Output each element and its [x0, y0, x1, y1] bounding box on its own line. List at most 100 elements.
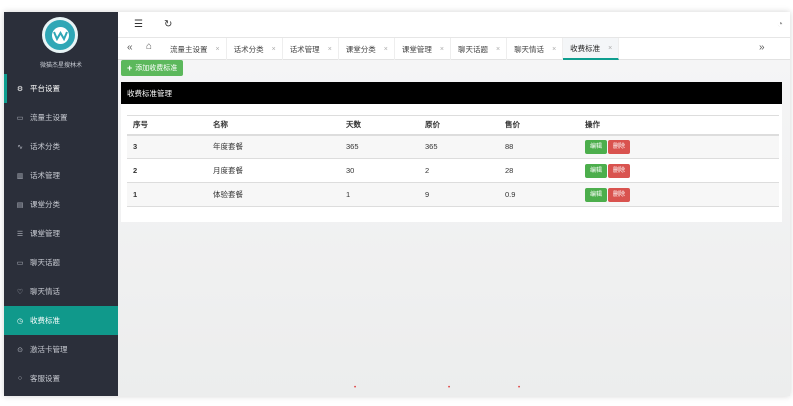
- sidebar-item[interactable]: ⚙ 平台设置: [4, 74, 118, 103]
- sidebar-item-label: 话术管理: [30, 171, 60, 180]
- fee-panel: 收费标准管理 序号 名称 天数 原价 售价 操作 3 年度套餐 365 365 88 编辑…: [121, 82, 782, 222]
- tab[interactable]: 聊天话题 ×: [451, 38, 508, 60]
- theme-icon[interactable]: ◔: [777, 19, 783, 30]
- card-icon: ⊙: [17, 346, 23, 354]
- table-row: 1 体验套餐 1 9 0.9 编辑 删除: [127, 182, 779, 207]
- tab-label: 聊天情话: [514, 44, 545, 54]
- edit-button[interactable]: 编辑: [585, 187, 608, 202]
- sidebar-item-label: 客服设置: [30, 374, 60, 383]
- sidebar-item-label: 平台设置: [30, 84, 60, 93]
- brand-name: 微猫杰星搜林术: [39, 63, 82, 69]
- close-icon[interactable]: ×: [496, 46, 500, 53]
- heart-icon: ♡: [16, 288, 24, 296]
- tab[interactable]: 课堂管理 ×: [395, 38, 451, 60]
- tab[interactable]: 收费标准 ×: [563, 38, 620, 60]
- tab-label: 话术分类: [233, 44, 264, 54]
- sidebar-item[interactable]: ∿ 话术分类: [4, 132, 118, 161]
- logo-area: 微猫杰星搜林术: [4, 12, 118, 74]
- tab[interactable]: 课堂分类 ×: [339, 38, 395, 60]
- sidebar-item[interactable]: ◷ 收费标准: [4, 306, 118, 335]
- sidebar-item-label: 课堂分类: [30, 200, 60, 209]
- decoration-dot: •: [354, 385, 357, 391]
- app-window: 微猫杰星搜林术 ⚙ 平台设置 ▭ 流量主设置 ∿ 话术分类 ▥ 话术管理 ▤ 课堂分类 ☰ 课堂管理 ▭…: [4, 12, 790, 396]
- tab[interactable]: 聊天情话 ×: [507, 38, 564, 60]
- column-header: 售价: [499, 115, 579, 136]
- plus-icon: +: [127, 63, 133, 73]
- tab[interactable]: 流量主设置 ×: [163, 38, 227, 60]
- sidebar-item[interactable]: ⊙ 激活卡管理: [4, 335, 118, 364]
- sidebar-nav: ⚙ 平台设置 ▭ 流量主设置 ∿ 话术分类 ▥ 话术管理 ▤ 课堂分类 ☰ 课堂管理 ▭ 聊天话题 ♡ 聊天情…: [4, 74, 118, 393]
- tab[interactable]: 话术分类 ×: [227, 38, 283, 60]
- table-cell-name: 年度套餐: [207, 134, 340, 159]
- table-cell-id: 3: [127, 134, 207, 159]
- close-icon[interactable]: ×: [384, 46, 388, 53]
- sidebar-item[interactable]: ♡ 聊天情话: [4, 277, 118, 306]
- add-fee-standard-button[interactable]: + 添加收费标准: [121, 60, 184, 76]
- decoration-dot: •: [518, 385, 521, 391]
- home-icon[interactable]: ⌂: [146, 41, 152, 52]
- delete-button[interactable]: 删除: [608, 187, 631, 202]
- add-button-label: 添加收费标准: [135, 65, 178, 72]
- fee-table: 序号 名称 天数 原价 售价 操作 3 年度套餐 365 365 88 编辑 删除 2 月度套餐…: [127, 115, 779, 207]
- close-icon[interactable]: ×: [216, 46, 220, 53]
- table-row: 3 年度套餐 365 365 88 编辑 删除: [127, 134, 779, 159]
- tab-label: 课堂分类: [345, 44, 376, 54]
- chart-icon: ▥: [16, 172, 24, 180]
- sidebar-item-label: 话术分类: [30, 142, 60, 151]
- tab[interactable]: 话术管理 ×: [283, 38, 339, 60]
- close-icon[interactable]: ×: [328, 46, 332, 53]
- edit-button[interactable]: 编辑: [585, 163, 608, 178]
- menu-toggle-icon[interactable]: ☰: [134, 19, 143, 30]
- sidebar: 微猫杰星搜林术 ⚙ 平台设置 ▭ 流量主设置 ∿ 话术分类 ▥ 话术管理 ▤ 课堂分类 ☰ 课堂管理 ▭…: [4, 12, 118, 396]
- table-cell-name: 月度套餐: [207, 158, 340, 183]
- list-icon: ☰: [16, 230, 24, 238]
- sidebar-item[interactable]: ▥ 话术管理: [4, 161, 118, 190]
- edit-button[interactable]: 编辑: [585, 139, 608, 154]
- top-bar: ☰ ↻ ◔: [118, 12, 790, 38]
- column-header: 原价: [419, 115, 499, 136]
- table-cell-id: 1: [127, 182, 207, 207]
- delete-button[interactable]: 删除: [608, 163, 631, 178]
- table-cell-original: 9: [419, 182, 499, 207]
- column-header: 名称: [207, 115, 340, 136]
- sidebar-item-label: 激活卡管理: [30, 345, 68, 354]
- logo-icon: [42, 17, 78, 53]
- tab-label: 课堂管理: [401, 44, 432, 54]
- sidebar-item[interactable]: ▭ 聊天话题: [4, 248, 118, 277]
- delete-button[interactable]: 删除: [608, 139, 631, 154]
- column-header: 序号: [127, 115, 207, 136]
- video-icon: ▭: [16, 114, 24, 122]
- sidebar-item[interactable]: ▤ 课堂分类: [4, 190, 118, 219]
- close-icon[interactable]: ×: [440, 46, 444, 53]
- content-area: + 添加收费标准 收费标准管理 序号 名称 天数 原价 售价 操作 3 年度套餐…: [118, 60, 790, 396]
- close-icon[interactable]: ×: [608, 45, 612, 52]
- tab-label: 收费标准: [570, 43, 601, 53]
- table-cell-price: 0.9: [499, 182, 579, 207]
- sidebar-item[interactable]: ○ 客服设置: [4, 364, 118, 393]
- sidebar-item-label: 课堂管理: [30, 229, 60, 238]
- tabs-list: 流量主设置 × 话术分类 × 话术管理 × 课堂分类 × 课堂管理 × 聊天话题 × 聊天情话 × 收费标准…: [163, 38, 620, 60]
- tabs-scroll-right-icon[interactable]: »: [759, 42, 765, 53]
- table-cell-days: 365: [340, 134, 419, 159]
- column-header: 天数: [340, 115, 419, 136]
- table-cell-actions: 编辑 删除: [579, 158, 779, 183]
- table-cell-original: 365: [419, 134, 499, 159]
- table-cell-id: 2: [127, 158, 207, 183]
- table-cell-name: 体验套餐: [207, 182, 340, 207]
- table-cell-days: 1: [340, 182, 419, 207]
- sidebar-item[interactable]: ☰ 课堂管理: [4, 219, 118, 248]
- gear-icon: ⚙: [16, 85, 24, 93]
- sidebar-item-label: 聊天话题: [30, 258, 60, 267]
- tab-label: 流量主设置: [170, 44, 208, 54]
- tabs-scroll-left-icon[interactable]: «: [127, 42, 133, 53]
- book-icon: ▤: [16, 201, 24, 209]
- tab-label: 聊天话题: [457, 44, 488, 54]
- main-area: ☰ ↻ ◔ « ⌂ 流量主设置 × 话术分类 × 话术管理 × 课堂分类 × 课堂管理 × 聊天话题…: [118, 12, 790, 396]
- table-cell-days: 30: [340, 158, 419, 183]
- close-icon[interactable]: ×: [272, 46, 276, 53]
- sidebar-item[interactable]: ▭ 流量主设置: [4, 103, 118, 132]
- refresh-icon[interactable]: ↻: [164, 19, 172, 30]
- tab-bar: « ⌂ 流量主设置 × 话术分类 × 话术管理 × 课堂分类 × 课堂管理 × 聊天话题 × 聊天情话 ×…: [118, 38, 790, 60]
- close-icon[interactable]: ×: [552, 46, 556, 53]
- table-cell-price: 88: [499, 134, 579, 159]
